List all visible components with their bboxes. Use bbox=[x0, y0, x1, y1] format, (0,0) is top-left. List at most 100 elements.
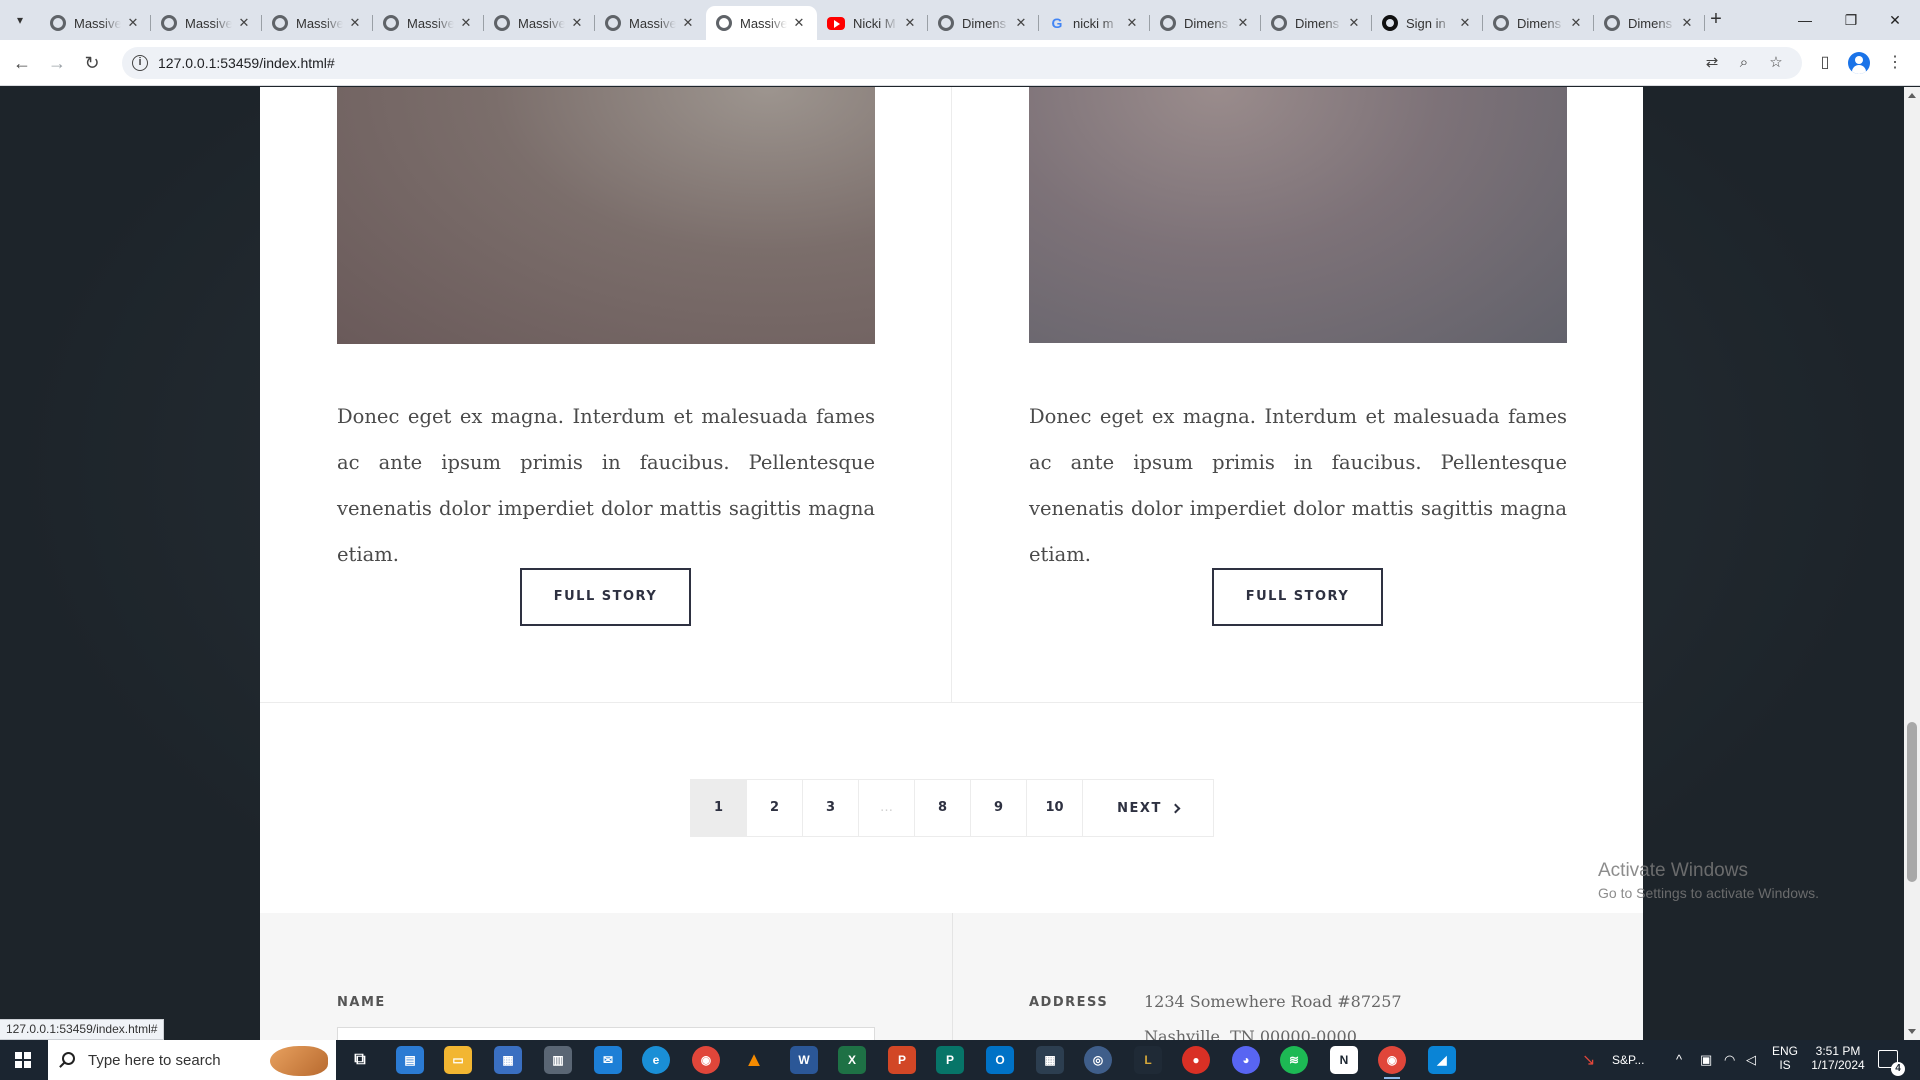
address-bar[interactable]: i 127.0.0.1:53459/index.html# ⇄ ⌕ ☆ bbox=[122, 47, 1802, 79]
profile-avatar-icon[interactable] bbox=[1848, 52, 1870, 74]
tab-massive-4[interactable]: Massive ✕ bbox=[373, 6, 484, 40]
powerpoint-icon[interactable]: P bbox=[888, 1046, 916, 1074]
full-story-button[interactable]: FULL STORY bbox=[520, 568, 691, 626]
chrome-icon[interactable]: ◉ bbox=[692, 1046, 720, 1074]
tab-list: Massive ✕ Massive ✕ Massive ✕ Massive ✕ Mass… bbox=[40, 6, 1705, 40]
tab-close-icon[interactable]: ✕ bbox=[569, 15, 585, 31]
taskbar-search-box[interactable]: Type here to search bbox=[48, 1040, 336, 1080]
page-scrollbar[interactable] bbox=[1904, 87, 1920, 1040]
notion-icon[interactable]: N bbox=[1330, 1046, 1358, 1074]
post-image[interactable] bbox=[1029, 87, 1567, 343]
calculator-icon[interactable]: ▥ bbox=[544, 1046, 572, 1074]
github-icon bbox=[1382, 15, 1398, 31]
zoom-icon[interactable]: ⌕ bbox=[1734, 53, 1754, 73]
tab-close-icon[interactable]: ✕ bbox=[1346, 15, 1362, 31]
spotify-icon[interactable]: ≋ bbox=[1280, 1046, 1308, 1074]
device-icon[interactable]: ▣ bbox=[1700, 1052, 1712, 1068]
page-9-button[interactable]: 9 bbox=[971, 780, 1027, 836]
tab-close-icon[interactable]: ✕ bbox=[791, 15, 807, 31]
news-widget-icon[interactable]: ▤ bbox=[396, 1046, 424, 1074]
tab-massive-active[interactable]: Massive ✕ bbox=[706, 6, 817, 40]
translate-icon[interactable]: ⇄ bbox=[1702, 53, 1722, 73]
stock-ticker-label[interactable]: S&P... bbox=[1612, 1053, 1644, 1067]
full-story-button[interactable]: FULL STORY bbox=[1212, 568, 1383, 626]
post-image[interactable] bbox=[337, 87, 875, 344]
language-indicator[interactable]: ENG IS bbox=[1770, 1044, 1800, 1072]
chevron-right-icon bbox=[1170, 803, 1181, 813]
page-3-button[interactable]: 3 bbox=[803, 780, 859, 836]
publisher-icon[interactable]: P bbox=[936, 1046, 964, 1074]
file-explorer-icon[interactable]: ▭ bbox=[444, 1046, 472, 1074]
tab-close-icon[interactable]: ✕ bbox=[1124, 15, 1140, 31]
minimize-icon[interactable]: — bbox=[1780, 0, 1830, 40]
edge-browser-icon[interactable]: e bbox=[642, 1046, 670, 1074]
tab-close-icon[interactable]: ✕ bbox=[680, 15, 696, 31]
new-tab-button[interactable]: + bbox=[1704, 8, 1728, 32]
tab-massive-1[interactable]: Massive ✕ bbox=[40, 6, 151, 40]
site-info-icon[interactable]: i bbox=[132, 55, 148, 71]
tab-google-search[interactable]: Gnicki m ✕ bbox=[1039, 6, 1150, 40]
stock-ticker-icon[interactable]: ↘ bbox=[1582, 1050, 1595, 1070]
tab-close-icon[interactable]: ✕ bbox=[1457, 15, 1473, 31]
tab-close-icon[interactable]: ✕ bbox=[236, 15, 252, 31]
tab-close-icon[interactable]: ✕ bbox=[1013, 15, 1029, 31]
globe-icon bbox=[716, 15, 732, 31]
wifi-icon[interactable]: ◠ bbox=[1724, 1052, 1735, 1068]
tab-dimension-2[interactable]: Dimens ✕ bbox=[1150, 6, 1261, 40]
close-window-icon[interactable]: ✕ bbox=[1870, 0, 1920, 40]
mail-icon[interactable]: ✉ bbox=[594, 1046, 622, 1074]
tab-close-icon[interactable]: ✕ bbox=[458, 15, 474, 31]
clock[interactable]: 3:51 PM 1/17/2024 bbox=[1806, 1044, 1870, 1072]
name-input[interactable] bbox=[337, 1027, 875, 1040]
tab-dimension-3[interactable]: Dimens ✕ bbox=[1261, 6, 1372, 40]
url-text[interactable]: 127.0.0.1:53459/index.html# bbox=[158, 55, 335, 71]
page-1-button[interactable]: 1 bbox=[691, 780, 747, 836]
start-button[interactable] bbox=[0, 1040, 48, 1080]
task-view-icon[interactable]: ⧉ bbox=[346, 1046, 374, 1074]
tab-dimension-5[interactable]: Dimens ✕ bbox=[1594, 6, 1705, 40]
chrome-running-icon[interactable]: ◉ bbox=[1378, 1046, 1406, 1079]
tab-massive-6[interactable]: Massive ✕ bbox=[595, 6, 706, 40]
next-page-button[interactable]: NEXT bbox=[1083, 780, 1213, 836]
tab-close-icon[interactable]: ✕ bbox=[1568, 15, 1584, 31]
outlook-icon[interactable]: O bbox=[986, 1046, 1014, 1074]
eye-app-icon[interactable]: ◎ bbox=[1084, 1046, 1112, 1074]
microsoft-store-icon[interactable]: ▦ bbox=[494, 1046, 522, 1074]
tab-dimension-4[interactable]: Dimens ✕ bbox=[1483, 6, 1594, 40]
tab-close-icon[interactable]: ✕ bbox=[902, 15, 918, 31]
scrollbar-thumb[interactable] bbox=[1907, 722, 1917, 882]
restore-icon[interactable]: ❐ bbox=[1826, 0, 1876, 40]
word-icon[interactable]: W bbox=[790, 1046, 818, 1074]
kebab-menu-icon[interactable]: ⋮ bbox=[1884, 52, 1906, 74]
tab-massive-3[interactable]: Massive ✕ bbox=[262, 6, 373, 40]
tab-close-icon[interactable]: ✕ bbox=[1235, 15, 1251, 31]
forward-arrow-icon[interactable]: → bbox=[45, 51, 69, 75]
tab-search-chevron-icon[interactable]: ▾ bbox=[8, 8, 32, 32]
chevron-up-icon[interactable]: ^ bbox=[1676, 1052, 1682, 1067]
back-arrow-icon[interactable]: ← bbox=[10, 51, 34, 75]
volume-icon[interactable]: ◁ bbox=[1746, 1052, 1756, 1068]
scroll-down-arrow-icon[interactable] bbox=[1908, 1029, 1916, 1034]
page-8-button[interactable]: 8 bbox=[915, 780, 971, 836]
vlc-icon[interactable]: ▲ bbox=[740, 1046, 768, 1074]
reload-icon[interactable]: ↻ bbox=[80, 51, 104, 75]
side-panel-icon[interactable]: ▯ bbox=[1814, 52, 1836, 74]
scroll-up-arrow-icon[interactable] bbox=[1908, 93, 1916, 98]
discord-icon[interactable]: ◕ bbox=[1232, 1046, 1260, 1074]
red-app-icon[interactable]: ● bbox=[1182, 1046, 1210, 1074]
page-2-button[interactable]: 2 bbox=[747, 780, 803, 836]
excel-icon[interactable]: X bbox=[838, 1046, 866, 1074]
calendar-app-icon[interactable]: ▦ bbox=[1036, 1046, 1064, 1074]
tab-dimension-1[interactable]: Dimens ✕ bbox=[928, 6, 1039, 40]
tab-close-icon[interactable]: ✕ bbox=[1679, 15, 1695, 31]
tab-github-signin[interactable]: Sign in ✕ bbox=[1372, 6, 1483, 40]
bookmark-star-icon[interactable]: ☆ bbox=[1766, 53, 1786, 73]
photos-app-icon[interactable]: ◢ bbox=[1428, 1046, 1456, 1074]
tab-nicki-youtube[interactable]: Nicki M ✕ bbox=[817, 6, 928, 40]
tab-massive-5[interactable]: Massive ✕ bbox=[484, 6, 595, 40]
page-10-button[interactable]: 10 bbox=[1027, 780, 1083, 836]
tab-close-icon[interactable]: ✕ bbox=[125, 15, 141, 31]
league-client-icon[interactable]: L bbox=[1134, 1046, 1162, 1074]
tab-close-icon[interactable]: ✕ bbox=[347, 15, 363, 31]
tab-massive-2[interactable]: Massive ✕ bbox=[151, 6, 262, 40]
